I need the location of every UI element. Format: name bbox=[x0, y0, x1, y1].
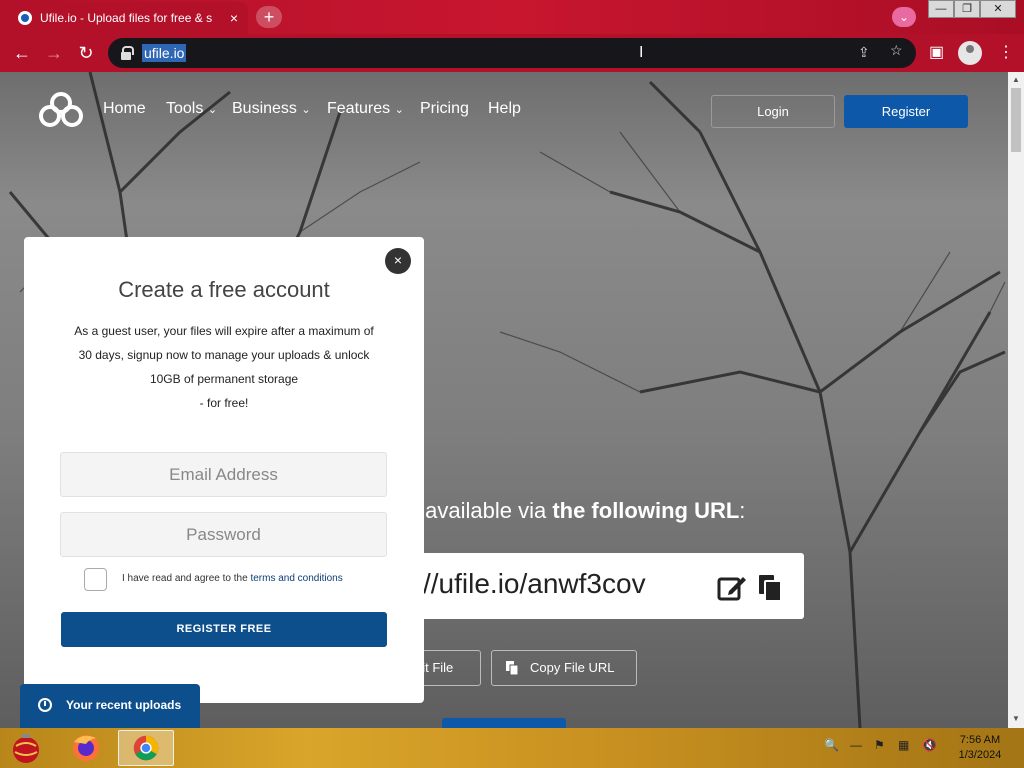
description-line: 30 days, signup now to manage your uploa… bbox=[78, 348, 370, 362]
modal-close-button[interactable]: × bbox=[385, 248, 411, 274]
terms-agreement-text: I have read and agree to the terms and c… bbox=[122, 573, 343, 584]
scroll-down-icon[interactable]: ▼ bbox=[1012, 714, 1020, 723]
tab-search-icon[interactable]: ⌄ bbox=[892, 7, 916, 27]
nav-business[interactable]: Business ⌄ bbox=[232, 100, 311, 118]
file-url-text[interactable]: //ufile.io/anwf3cov bbox=[423, 568, 646, 600]
chrome-icon[interactable] bbox=[118, 730, 174, 766]
register-button[interactable]: Register bbox=[844, 95, 968, 128]
window-close-button[interactable]: ✕ bbox=[980, 0, 1016, 18]
page-scrollbar[interactable]: ▲ ▼ bbox=[1008, 72, 1024, 728]
new-tab-button[interactable]: + bbox=[256, 6, 282, 28]
nav-help[interactable]: Help bbox=[488, 100, 521, 118]
nav-features[interactable]: Features ⌄ bbox=[327, 100, 404, 118]
file-available-text: s available via the following URL: bbox=[408, 498, 745, 524]
copy-file-url-label: Copy File URL bbox=[530, 660, 615, 675]
available-bold: the following URL bbox=[552, 498, 740, 523]
available-suffix: : bbox=[739, 498, 746, 523]
scrollbar-thumb[interactable] bbox=[1011, 88, 1021, 152]
firefox-icon[interactable] bbox=[60, 730, 116, 766]
text-cursor-icon: I bbox=[639, 44, 644, 61]
terms-link[interactable]: terms and conditions bbox=[250, 573, 342, 584]
password-field[interactable]: Password bbox=[60, 512, 387, 557]
volume-muted-icon[interactable]: 🔇 bbox=[922, 738, 937, 752]
lock-icon[interactable] bbox=[120, 46, 134, 60]
email-field[interactable]: Email Address bbox=[60, 452, 387, 497]
address-bar-url[interactable]: ufile.io bbox=[142, 44, 187, 62]
nav-business-label: Business bbox=[232, 100, 297, 117]
clock-time: 7:56 AM bbox=[959, 734, 1001, 746]
forward-icon[interactable]: → bbox=[42, 42, 66, 64]
nav-features-label: Features bbox=[327, 100, 391, 117]
tab-title: Ufile.io - Upload files for free & s bbox=[40, 11, 213, 25]
modal-title: Create a free account bbox=[118, 277, 330, 302]
terms-checkbox[interactable] bbox=[84, 568, 107, 591]
signup-modal: × Create a free account As a guest user,… bbox=[24, 237, 424, 703]
chevron-down-icon: ⌄ bbox=[301, 104, 311, 116]
browser-menu-icon[interactable]: ⋮ bbox=[998, 42, 1014, 62]
agree-label: I have read and agree to the bbox=[122, 573, 251, 584]
window-minimize-button[interactable]: — bbox=[928, 0, 954, 18]
back-icon[interactable]: ← bbox=[10, 42, 34, 64]
scroll-up-icon[interactable]: ▲ bbox=[1012, 75, 1020, 84]
login-button[interactable]: Login bbox=[711, 95, 835, 128]
profile-avatar-icon[interactable] bbox=[958, 41, 982, 65]
tab-close-icon[interactable]: × bbox=[230, 10, 238, 26]
copy-icon[interactable] bbox=[757, 573, 783, 603]
search-icon[interactable]: 🔍 bbox=[824, 738, 839, 752]
windows-taskbar: 🔍 — ⚑ ▦ 🔇 7:56 AM 1/3/2024 bbox=[0, 728, 1024, 768]
chevron-down-icon: ⌄ bbox=[394, 104, 404, 116]
page-viewport: Home Tools ⌄ Business ⌄ Features ⌄ Prici… bbox=[0, 72, 1008, 728]
nav-tools-label: Tools bbox=[166, 100, 204, 117]
available-prefix: s available via bbox=[408, 498, 553, 523]
action-center-flag-icon[interactable]: ⚑ bbox=[874, 738, 885, 752]
edit-icon[interactable] bbox=[717, 573, 747, 603]
recent-uploads-label: Your recent uploads bbox=[66, 698, 182, 712]
address-bar[interactable]: ufile.io I bbox=[108, 38, 916, 68]
description-line: As a guest user, your files will expire … bbox=[74, 324, 374, 338]
file-url-box: //ufile.io/anwf3cov bbox=[405, 553, 804, 619]
modal-description: As a guest user, your files will expire … bbox=[54, 319, 394, 415]
bookmark-star-icon[interactable]: ☆ bbox=[890, 42, 903, 59]
description-line: 10GB of permanent storage bbox=[149, 372, 299, 386]
nav-pricing[interactable]: Pricing bbox=[420, 100, 469, 118]
ufile-logo[interactable] bbox=[38, 92, 84, 128]
ufile-favicon-icon bbox=[18, 11, 32, 25]
clock-date: 1/3/2024 bbox=[958, 749, 1002, 761]
browser-toolbar: ← → ↻ ufile.io I ⇪ ☆ ▣ ⋮ bbox=[0, 34, 1024, 72]
partially-visible-button[interactable] bbox=[442, 718, 566, 728]
side-panel-icon[interactable]: ▣ bbox=[929, 42, 944, 62]
chevron-down-icon: ⌄ bbox=[207, 104, 218, 116]
copy-icon bbox=[506, 661, 518, 675]
window-restore-button[interactable]: ❐ bbox=[954, 0, 980, 18]
nav-home[interactable]: Home bbox=[103, 100, 146, 118]
share-icon[interactable]: ⇪ bbox=[858, 44, 870, 61]
history-icon bbox=[38, 698, 52, 712]
register-free-button[interactable]: REGISTER FREE bbox=[61, 612, 387, 647]
tray-expand-icon[interactable]: — bbox=[850, 738, 862, 752]
description-line: - for free! bbox=[199, 396, 249, 410]
copy-file-url-button[interactable]: Copy File URL bbox=[491, 650, 637, 686]
browser-tab-active[interactable]: Ufile.io - Upload files for free & s × bbox=[8, 2, 248, 34]
network-icon[interactable]: ▦ bbox=[898, 738, 909, 752]
nav-tools[interactable]: Tools ⌄ bbox=[166, 100, 217, 118]
recent-uploads-button[interactable]: Your recent uploads bbox=[20, 684, 200, 728]
browser-tab-bar: Ufile.io - Upload files for free & s × +… bbox=[0, 0, 1024, 34]
start-button-ornament-icon[interactable] bbox=[2, 730, 58, 766]
reload-icon[interactable]: ↻ bbox=[74, 42, 98, 64]
system-clock[interactable]: 7:56 AM 1/3/2024 bbox=[948, 733, 1012, 763]
